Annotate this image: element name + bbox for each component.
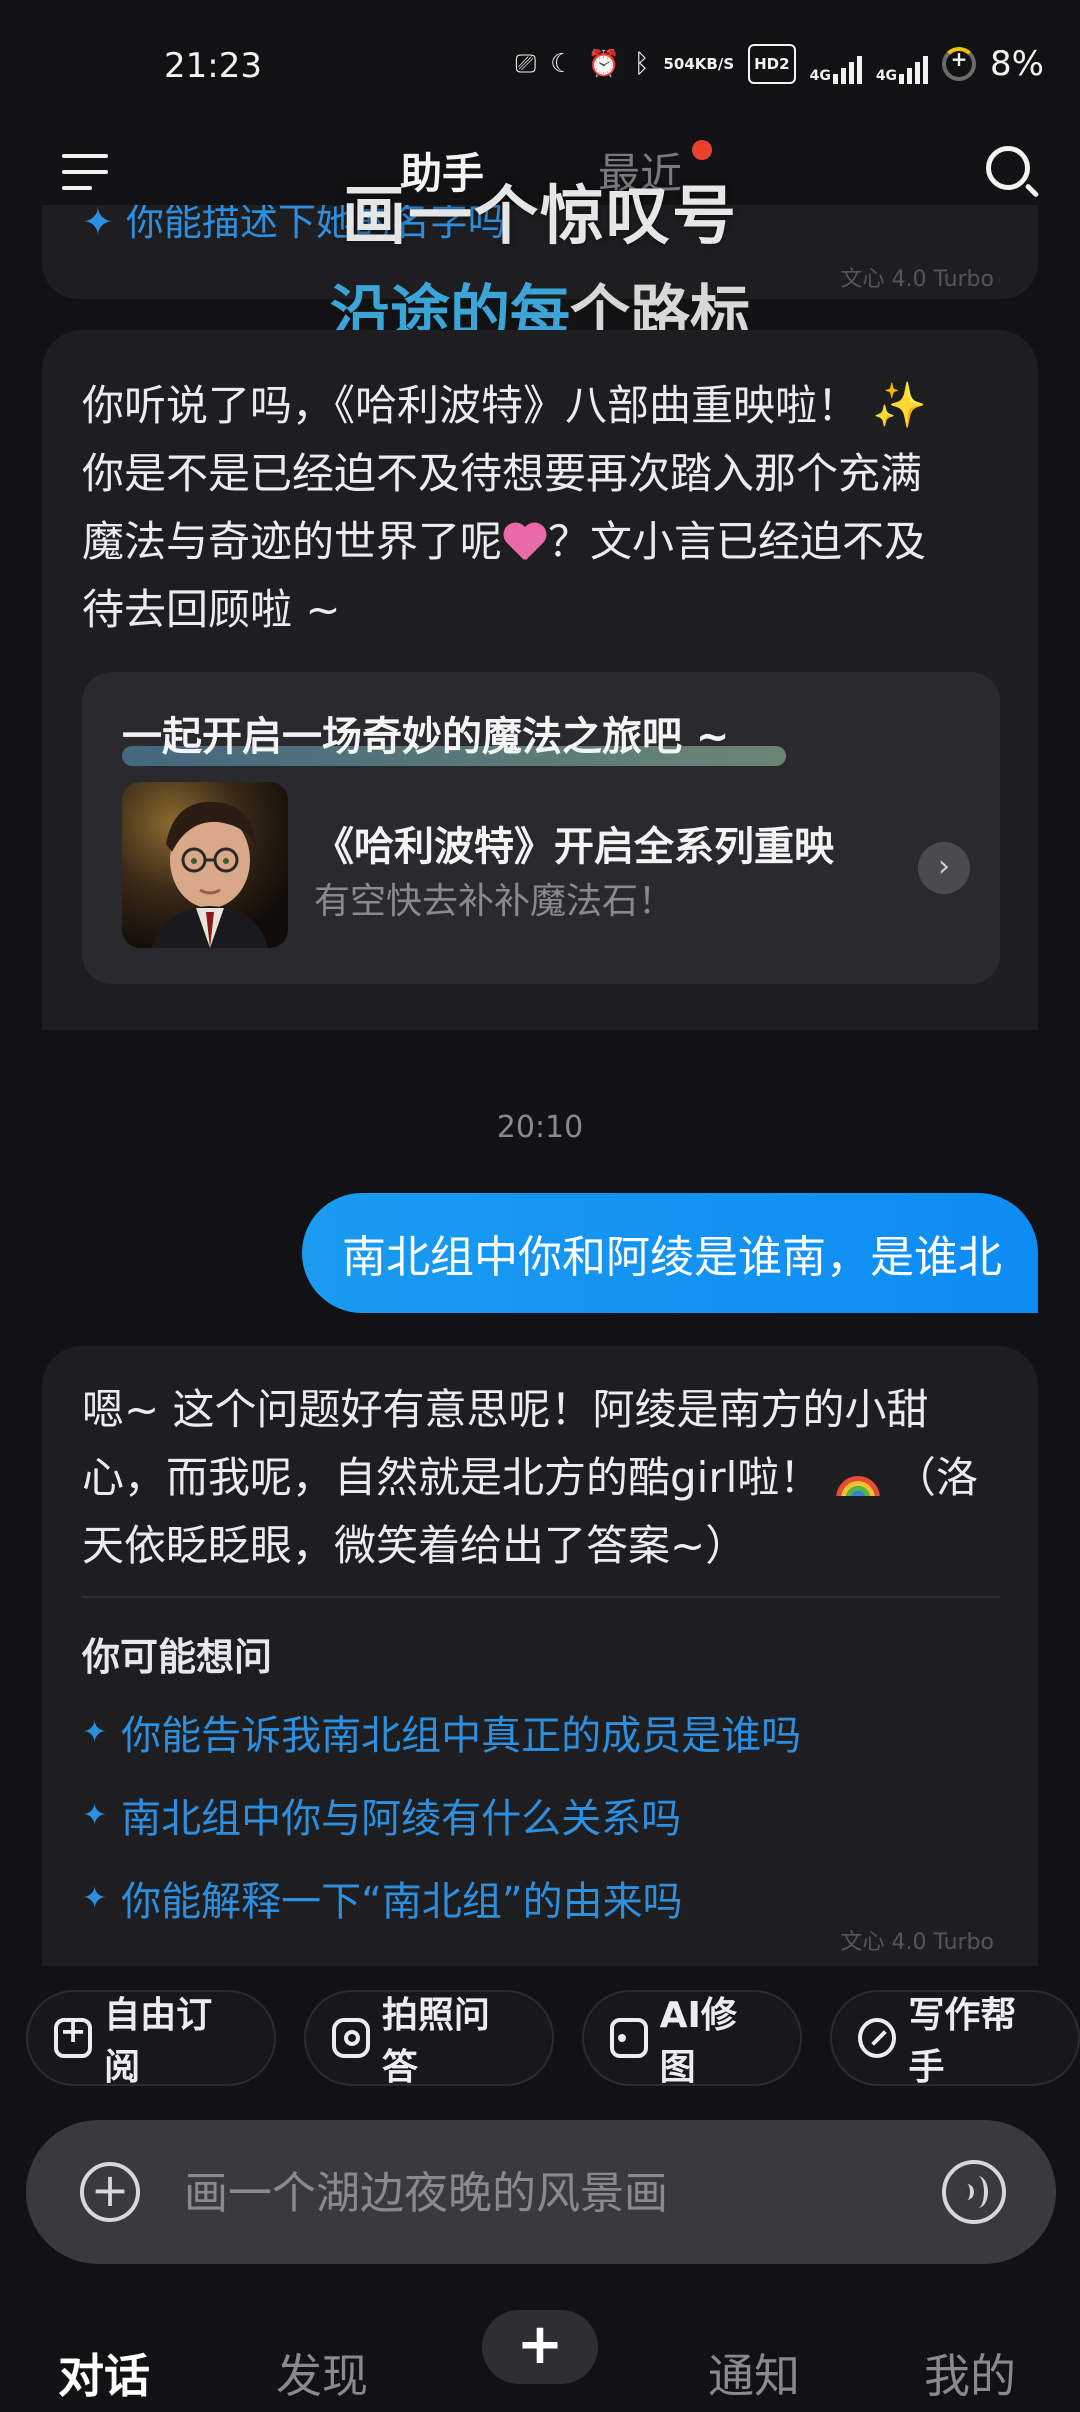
suggestions-title: 你可能想问 bbox=[82, 1635, 273, 1679]
message-line: 魔法与奇迹的世界了呢 bbox=[82, 517, 503, 566]
status-bar: 21:23 ⎚ ☾ ⏰ ᛒ 504 KB/S HD2 4G 4G 8% bbox=[0, 0, 1080, 140]
moon-icon: ☾ bbox=[550, 49, 574, 79]
chip-photo-qa[interactable]: 拍照问答 bbox=[303, 1990, 554, 2088]
suggestion-text: 你能告诉我南北组中真正的成员是谁吗 bbox=[121, 1713, 802, 1759]
signal-bars-2-icon bbox=[899, 54, 929, 84]
rainbow-icon bbox=[835, 1456, 881, 1496]
portrait-image bbox=[122, 782, 288, 948]
battery-icon bbox=[942, 47, 977, 81]
chip-label: AI修图 bbox=[659, 1995, 737, 2088]
assistant-message-text: 你听说了吗，《哈利波特》八部曲重映啦！ ✨ 你是不是已经迫不及待想要再次踏入那个… bbox=[82, 372, 1002, 644]
assistant-message-card: 你听说了吗，《哈利波特》八部曲重映啦！ ✨ 你是不是已经迫不及待想要再次踏入那个… bbox=[42, 330, 1038, 1030]
promo-thumbnail bbox=[122, 782, 288, 948]
message-line: ？文小言已经迫不及 bbox=[548, 517, 927, 566]
promo-title: 一起开启一场奇妙的魔法之旅吧 ~ bbox=[122, 714, 730, 760]
sparkle-icon: ✦ bbox=[82, 1797, 108, 1833]
message-timestamp: 20:10 bbox=[496, 1110, 584, 1145]
chip-ai-retouch[interactable]: AI修图 bbox=[581, 1990, 803, 2088]
rainbow-band bbox=[850, 1491, 865, 1496]
nav-notifications[interactable]: 通知 bbox=[708, 2340, 800, 2406]
sparkle-icon: ✦ bbox=[82, 1880, 108, 1916]
chip-writing-helper[interactable]: 写作帮手 bbox=[830, 1990, 1080, 2088]
sparkling-heart-icon bbox=[502, 520, 548, 562]
assistant-message-card-2: 嗯~ 这个问题好有意思呢！阿绫是南方的小甜 心，而我呢，自然就是北方的酷girl… bbox=[42, 1346, 1038, 1966]
bottom-nav: 对话 发现 + 通知 我的 bbox=[0, 2300, 1080, 2412]
chip-label: 自由订阅 bbox=[104, 1995, 213, 2088]
user-message-bubble[interactable]: 南北组中你和阿绫是谁南，是谁北 bbox=[302, 1193, 1038, 1313]
chevron-right-icon[interactable]: › bbox=[918, 842, 970, 894]
banner-line-1: 画一个惊叹号 bbox=[0, 165, 1080, 257]
sparkles-icon: ✨ bbox=[872, 380, 928, 431]
suggestion-item[interactable]: ✦ 你能告诉我南北组中真正的成员是谁吗 bbox=[82, 1703, 801, 1761]
message-line: 嗯~ 这个问题好有意思呢！阿绫是南方的小甜 bbox=[82, 1385, 929, 1434]
chip-label: 写作帮手 bbox=[908, 1995, 1017, 2088]
assistant-message-text-2: 嗯~ 这个问题好有意思呢！阿绫是南方的小甜 心，而我呢，自然就是北方的酷girl… bbox=[82, 1376, 1002, 1580]
camera-icon bbox=[331, 2018, 370, 2058]
battery-level: 8% bbox=[990, 44, 1044, 84]
promo-headline: 《哈利波特》开启全系列重映 bbox=[314, 824, 834, 870]
net-type-1: 4G bbox=[809, 68, 831, 84]
message-input[interactable] bbox=[184, 2158, 884, 2228]
net-type-2: 4G bbox=[875, 68, 898, 84]
status-icons: ⎚ ☾ ⏰ ᛒ 504 KB/S HD2 4G 4G 8% bbox=[515, 44, 1044, 84]
chip-label: 拍照问答 bbox=[381, 1995, 490, 2088]
image-edit-icon bbox=[609, 2018, 648, 2058]
hd-voice-icon: HD2 bbox=[748, 44, 796, 84]
net-speed-value: 504 bbox=[663, 54, 695, 73]
message-line: 你是不是已经迫不及待想要再次踏入那个充满 bbox=[82, 449, 923, 498]
signal-2: 4G bbox=[875, 44, 929, 84]
divider bbox=[82, 1596, 1000, 1598]
nav-create-button[interactable]: + bbox=[482, 2310, 598, 2384]
message-line: 天依眨眨眼，微笑着给出了答案~） bbox=[82, 1521, 748, 1570]
message-line: （洛 bbox=[894, 1453, 979, 1502]
suggestion-item[interactable]: ✦ 你能解释一下“南北组”的由来吗 bbox=[82, 1869, 683, 1927]
net-speed: 504 KB/S bbox=[663, 44, 734, 84]
alarm-icon: ⏰ bbox=[587, 49, 620, 79]
suggestion-text: 你能解释一下“南北组”的由来吗 bbox=[121, 1879, 683, 1925]
nav-mine[interactable]: 我的 bbox=[924, 2340, 1016, 2406]
sparkle-icon: ✦ bbox=[82, 1714, 108, 1750]
nav-discover[interactable]: 发现 bbox=[276, 2340, 368, 2406]
suggestion-item[interactable]: ✦ 南北组中你与阿绫有什么关系吗 bbox=[82, 1786, 681, 1844]
suggestion-text: 南北组中你与阿绫有什么关系吗 bbox=[121, 1796, 682, 1842]
add-square-icon bbox=[54, 2012, 93, 2058]
message-line: 你听说了吗，《哈利波特》八部曲重映啦！ bbox=[82, 381, 860, 430]
input-bar: + bbox=[26, 2120, 1056, 2264]
signal-bars-1-icon bbox=[832, 54, 862, 84]
app-root: 21:23 ⎚ ☾ ⏰ ᛒ 504 KB/S HD2 4G 4G 8% ✦ 你能… bbox=[0, 0, 1080, 2412]
banner-text-1: 画一个惊叹号 bbox=[342, 180, 738, 254]
status-time: 21:23 bbox=[164, 46, 262, 86]
promo-card[interactable]: 一起开启一场奇妙的魔法之旅吧 ~ 《哈利波特》开启全系列重映 有空快去补补魔法石… bbox=[82, 672, 1000, 984]
nav-chat[interactable]: 对话 bbox=[58, 2340, 150, 2406]
notification-dot bbox=[692, 140, 712, 160]
message-line: 心，而我呢，自然就是北方的酷girl啦！ bbox=[82, 1453, 822, 1502]
net-speed-unit: KB/S bbox=[694, 54, 735, 73]
message-line: 待去回顾啦 ~ bbox=[82, 585, 341, 634]
menu-icon bbox=[62, 154, 108, 158]
plus-circle-icon[interactable]: + bbox=[80, 2162, 140, 2222]
quick-action-chips: 自由订阅 拍照问答 AI修图 写作帮手 bbox=[26, 1990, 1080, 2088]
hotspot-icon: ⎚ bbox=[515, 48, 537, 79]
chip-free-subscribe[interactable]: 自由订阅 bbox=[26, 1990, 276, 2088]
signal-1: 4G bbox=[810, 44, 862, 84]
bluetooth-icon: ᛒ bbox=[633, 49, 650, 79]
voice-icon[interactable] bbox=[942, 2160, 1006, 2224]
promo-title-wrap: 一起开启一场奇妙的魔法之旅吧 ~ bbox=[122, 704, 786, 766]
promo-subtitle: 有空快去补补魔法石！ bbox=[314, 881, 675, 922]
pen-circle-icon bbox=[858, 2018, 897, 2058]
model-tag: 文心 4.0 Turbo bbox=[840, 1930, 995, 1955]
